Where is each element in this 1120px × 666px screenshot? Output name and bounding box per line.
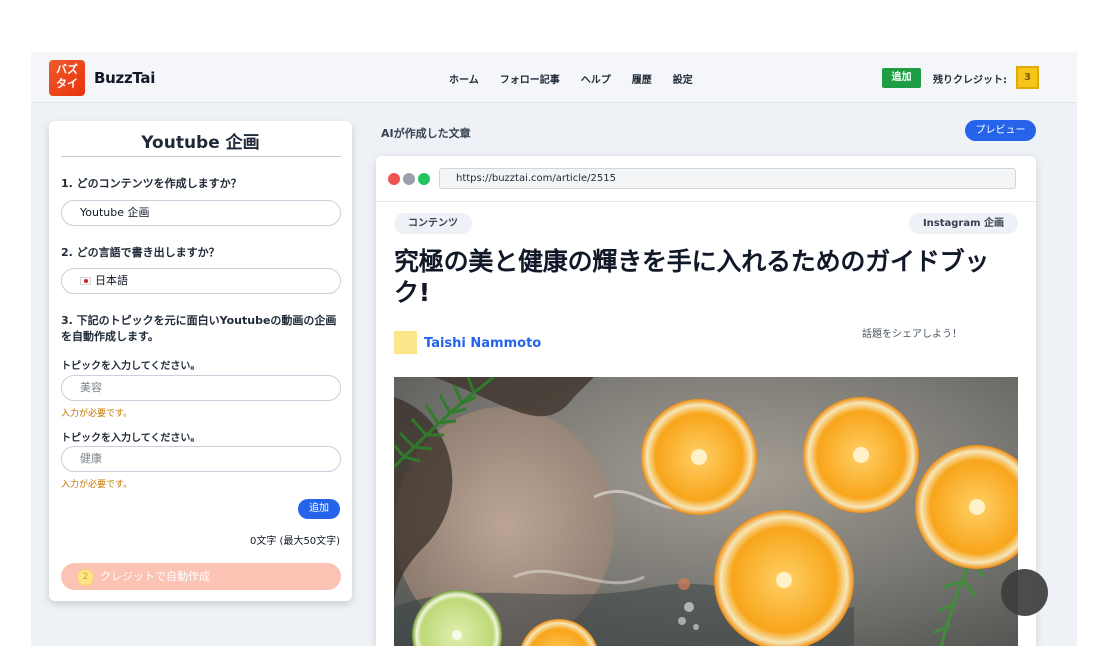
auto-generate-label: クレジットで自動作成 — [100, 570, 210, 583]
remaining-credits-value: 3 — [1016, 66, 1039, 89]
window-minimize-dot-icon — [403, 173, 415, 185]
content-type-select[interactable]: Youtube 企画 — [61, 200, 341, 226]
category-tag[interactable]: Instagram 企画 — [908, 213, 1018, 234]
nav-settings[interactable]: 設定 — [673, 71, 693, 86]
logo-badge[interactable]: バズ タイ — [49, 60, 85, 96]
topic-label-1: トピックを入力してください。 — [61, 361, 201, 372]
url-bar[interactable]: https://buzztai.com/article/2515 — [439, 168, 1016, 189]
window-close-dot-icon — [388, 173, 400, 185]
topic-label-2: トピックを入力してください。 — [61, 433, 201, 444]
auto-generate-button[interactable]: 2 クレジットで自動作成 — [61, 563, 341, 590]
character-count: 0文字 (最大50文字) — [250, 536, 341, 547]
window-maximize-dot-icon — [418, 173, 430, 185]
form-divider — [61, 156, 341, 157]
question-content-type: 1. どのコンテンツを作成しますか？ — [61, 177, 242, 190]
question-topic-instructions: 3. 下記のトピックを元に面白いYoutubeの動画の企画を自動作成します。 — [61, 314, 337, 343]
form-title: Youtube 企画 — [141, 133, 260, 153]
content-form-card: Youtube 企画 1. どのコンテンツを作成しますか？ Youtube 企画… — [49, 121, 352, 601]
app-name[interactable]: BuzzTai — [94, 69, 155, 87]
main-nav: ホーム フォロー記事 ヘルプ 履歴 設定 — [449, 71, 693, 86]
top-navigation-bar: バズ タイ BuzzTai ホーム フォロー記事 ヘルプ 履歴 設定 追加 残り… — [31, 52, 1077, 103]
language-value: 日本語 — [95, 274, 128, 287]
add-topic-button[interactable]: 追加 — [298, 499, 340, 519]
topic-error-2: 入力が必要です。 — [61, 480, 133, 490]
question-language: 2. どの言語で書き出しますか？ — [61, 246, 220, 259]
topic-input-1[interactable]: 美容 — [61, 375, 341, 401]
logo-text-line-2: タイ — [56, 77, 78, 90]
nav-followed-articles[interactable]: フォロー記事 — [500, 71, 560, 86]
logo-text-line-1: バズ — [56, 63, 78, 76]
add-credits-button[interactable]: 追加 — [882, 68, 921, 88]
app-window: バズ タイ BuzzTai ホーム フォロー記事 ヘルプ 履歴 設定 追加 残り… — [31, 52, 1077, 646]
article-hero-image — [394, 377, 1018, 646]
language-select[interactable]: 日本語 — [61, 268, 341, 294]
author-name[interactable]: Taishi Nammoto — [424, 336, 541, 351]
content-tag[interactable]: コンテンツ — [394, 213, 472, 234]
nav-help[interactable]: ヘルプ — [581, 71, 611, 86]
remaining-credits-label: 残りクレジット: — [933, 75, 1007, 86]
author-avatar — [394, 331, 417, 354]
ai-generated-text-label: AIが作成した文章 — [381, 127, 471, 140]
article-title: 究極の美と健康の輝きを手に入れるためのガイドブック! — [394, 247, 990, 307]
share-prompt: 話題をシェアしよう！ — [862, 329, 962, 340]
floating-action-button[interactable] — [1001, 569, 1048, 616]
preview-button[interactable]: プレビュー — [965, 120, 1036, 141]
topic-error-1: 入力が必要です。 — [61, 409, 133, 419]
nav-history[interactable]: 履歴 — [632, 71, 652, 86]
nav-home[interactable]: ホーム — [449, 71, 479, 86]
credit-coin-icon: 2 — [77, 569, 94, 586]
browser-toolbar: https://buzztai.com/article/2515 — [376, 156, 1036, 202]
japan-flag-icon — [80, 277, 91, 285]
article-preview-browser: https://buzztai.com/article/2515 コンテンツ I… — [376, 156, 1036, 646]
topic-input-2[interactable]: 健康 — [61, 446, 341, 472]
